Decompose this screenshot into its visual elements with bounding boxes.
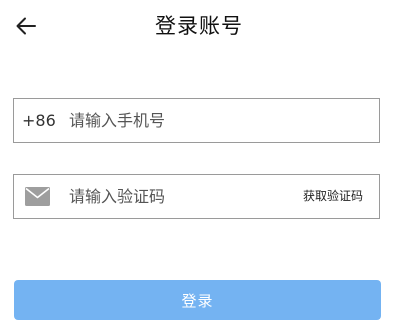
country-code[interactable]: +86 xyxy=(22,99,56,142)
page-title: 登录账号 xyxy=(155,14,243,38)
phone-field: +86 xyxy=(13,98,380,143)
verification-code-input[interactable] xyxy=(69,175,289,218)
mail-icon xyxy=(25,187,50,206)
login-button[interactable]: 登录 xyxy=(14,280,381,320)
phone-input[interactable] xyxy=(69,99,369,142)
header-bar: 登录账号 xyxy=(0,0,398,52)
verification-code-field: 获取验证码 xyxy=(13,174,380,219)
get-code-button[interactable]: 获取验证码 xyxy=(303,175,363,218)
